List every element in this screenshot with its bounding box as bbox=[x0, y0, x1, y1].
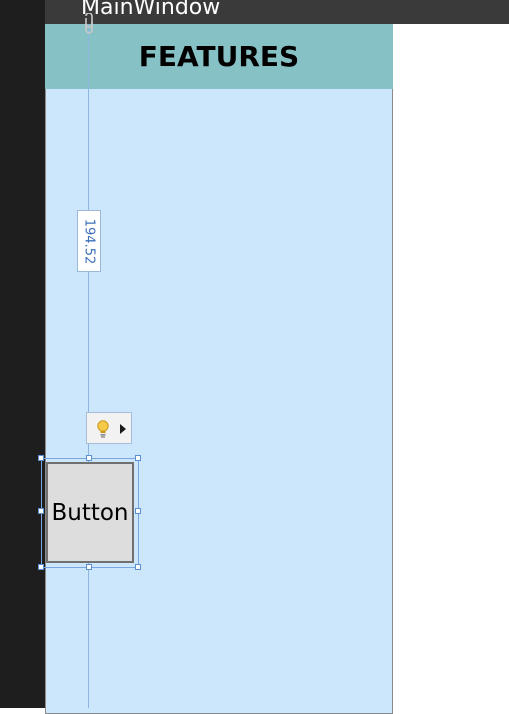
resize-handle-top-left[interactable] bbox=[38, 455, 44, 461]
lightbulb-icon bbox=[97, 420, 109, 438]
chevron-right-icon bbox=[120, 424, 126, 434]
resize-handle-bottom-right[interactable] bbox=[135, 564, 141, 570]
alignment-guide-line bbox=[88, 24, 89, 708]
design-canvas[interactable] bbox=[45, 24, 393, 714]
quick-actions-button[interactable] bbox=[86, 412, 132, 444]
resize-handle-top[interactable] bbox=[86, 455, 92, 461]
features-heading[interactable]: FEATURES bbox=[45, 40, 393, 73]
resize-handle-bottom[interactable] bbox=[86, 564, 92, 570]
margin-measurement-tag: 194.52 bbox=[77, 210, 101, 272]
editor-left-panel bbox=[0, 0, 45, 708]
resize-handle-left[interactable] bbox=[38, 508, 44, 514]
designer-button-element[interactable]: Button bbox=[46, 462, 134, 563]
resize-handle-right[interactable] bbox=[135, 508, 141, 514]
margin-measurement-value: 194.52 bbox=[81, 218, 97, 264]
anchor-clip-icon[interactable] bbox=[83, 13, 95, 35]
window-title: MainWindow bbox=[81, 0, 221, 20]
resize-handle-top-right[interactable] bbox=[135, 455, 141, 461]
resize-handle-bottom-left[interactable] bbox=[38, 564, 44, 570]
